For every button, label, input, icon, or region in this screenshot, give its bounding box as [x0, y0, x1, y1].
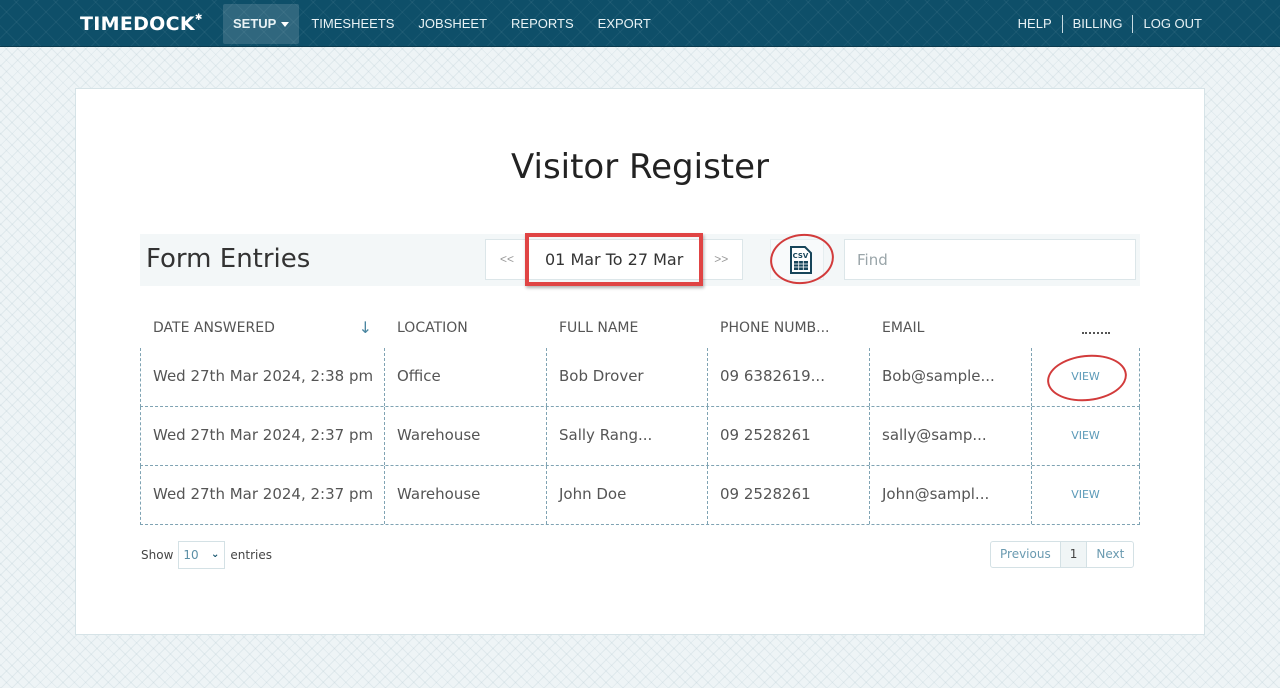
next-page-button[interactable]: Next: [1087, 542, 1133, 567]
next-period-button[interactable]: >>: [699, 239, 744, 280]
logo-mark-icon: ✱: [194, 13, 203, 23]
arrow-down-icon: ↓: [358, 317, 372, 337]
cell-location: Office: [385, 348, 547, 406]
column-header-date-answered[interactable]: DATE ANSWERED ↓: [140, 317, 384, 337]
dotted-underline: [1082, 330, 1110, 334]
cell-date: Wed 27th Mar 2024, 2:37 pm: [141, 466, 385, 524]
table-header: DATE ANSWERED ↓ LOCATION FULL NAME PHONE …: [140, 307, 1140, 348]
nav-setup-label: SETUP: [233, 16, 277, 31]
page-length-control: Show 10 ⌄ entries: [141, 541, 272, 569]
date-range-picker[interactable]: 01 Mar To 27 Mar: [525, 233, 704, 286]
nav-jobsheet[interactable]: JOBSHEET: [406, 4, 499, 44]
view-link[interactable]: VIEW: [1032, 407, 1139, 464]
cell-full-name: Sally Rang...: [547, 407, 708, 465]
page-length-value: 10: [183, 548, 199, 562]
timedock-logo[interactable]: TIMEDOCK✱: [80, 13, 203, 35]
date-range-nav: << 01 Mar To 27 Mar >>: [485, 233, 744, 286]
section-title: Form Entries: [146, 244, 311, 274]
cell-phone: 09 2528261: [708, 407, 870, 465]
previous-page-button[interactable]: Previous: [991, 542, 1060, 567]
table-row: Wed 27th Mar 2024, 2:37 pm Warehouse Sal…: [140, 407, 1140, 466]
column-header-location[interactable]: LOCATION: [384, 320, 546, 336]
nav-timesheets[interactable]: TIMESHEETS: [299, 4, 406, 44]
cell-phone: 09 2528261: [708, 466, 870, 524]
svg-text:CSV: CSV: [793, 252, 809, 260]
nav-export[interactable]: EXPORT: [586, 4, 663, 44]
cell-phone: 09 6382619...: [708, 348, 870, 406]
form-entries-table: DATE ANSWERED ↓ LOCATION FULL NAME PHONE …: [140, 307, 1140, 525]
chevron-down-icon: ⌄: [211, 549, 220, 560]
nav-setup[interactable]: SETUP: [223, 4, 300, 44]
column-header-actions: [1031, 322, 1138, 334]
show-label: Show: [141, 548, 174, 562]
page-length-select[interactable]: 10 ⌄: [178, 541, 226, 569]
nav-reports[interactable]: REPORTS: [499, 4, 586, 44]
column-header-email[interactable]: EMAIL: [869, 320, 1031, 336]
cell-full-name: Bob Drover: [547, 348, 708, 406]
logo-text: TIMEDOCK: [80, 13, 195, 35]
csv-file-icon: CSV: [790, 246, 812, 274]
pagination: Previous 1 Next: [990, 541, 1135, 568]
find-input[interactable]: [844, 239, 1136, 280]
content-card: Visitor Register Form Entries << 01 Mar …: [75, 88, 1205, 635]
cell-email: John@sampl...: [870, 466, 1032, 524]
view-link[interactable]: VIEW: [1032, 348, 1139, 405]
column-header-full-name[interactable]: FULL NAME: [546, 320, 707, 336]
page-title: Visitor Register: [510, 147, 770, 187]
table-row: Wed 27th Mar 2024, 2:38 pm Office Bob Dr…: [140, 348, 1140, 407]
nav-logout[interactable]: LOG OUT: [1133, 4, 1212, 44]
cell-action: VIEW: [1032, 466, 1139, 524]
cell-full-name: John Doe: [547, 466, 708, 524]
column-label: DATE ANSWERED: [153, 319, 275, 336]
cell-email: sally@samp...: [870, 407, 1032, 465]
cell-location: Warehouse: [385, 466, 547, 524]
top-navbar: TIMEDOCK✱ SETUP TIMESHEETS JOBSHEET REPO…: [0, 0, 1280, 47]
nav-billing[interactable]: BILLING: [1063, 4, 1133, 44]
cell-email: Bob@sample...: [870, 348, 1032, 406]
cell-date: Wed 27th Mar 2024, 2:38 pm: [141, 348, 385, 406]
entries-label: entries: [230, 548, 272, 562]
cell-date: Wed 27th Mar 2024, 2:37 pm: [141, 407, 385, 465]
cell-location: Warehouse: [385, 407, 547, 465]
date-range-text: 01 Mar To 27 Mar: [545, 250, 684, 269]
account-nav: HELP BILLING LOG OUT: [1008, 4, 1212, 44]
export-csv-button[interactable]: CSV: [770, 239, 824, 280]
cell-action: VIEW: [1032, 407, 1139, 465]
entries-toolbar: Form Entries << 01 Mar To 27 Mar >> CSV: [140, 229, 1140, 289]
previous-period-button[interactable]: <<: [485, 239, 529, 280]
column-header-phone-number[interactable]: PHONE NUMB...: [707, 320, 869, 336]
main-nav: SETUP TIMESHEETS JOBSHEET REPORTS EXPORT: [223, 4, 663, 44]
page-button-1[interactable]: 1: [1059, 542, 1088, 567]
caret-down-icon: [281, 22, 290, 28]
cell-action: VIEW: [1032, 348, 1139, 406]
nav-help[interactable]: HELP: [1008, 4, 1062, 44]
view-link[interactable]: VIEW: [1032, 466, 1139, 523]
table-row: Wed 27th Mar 2024, 2:37 pm Warehouse Joh…: [140, 466, 1140, 525]
